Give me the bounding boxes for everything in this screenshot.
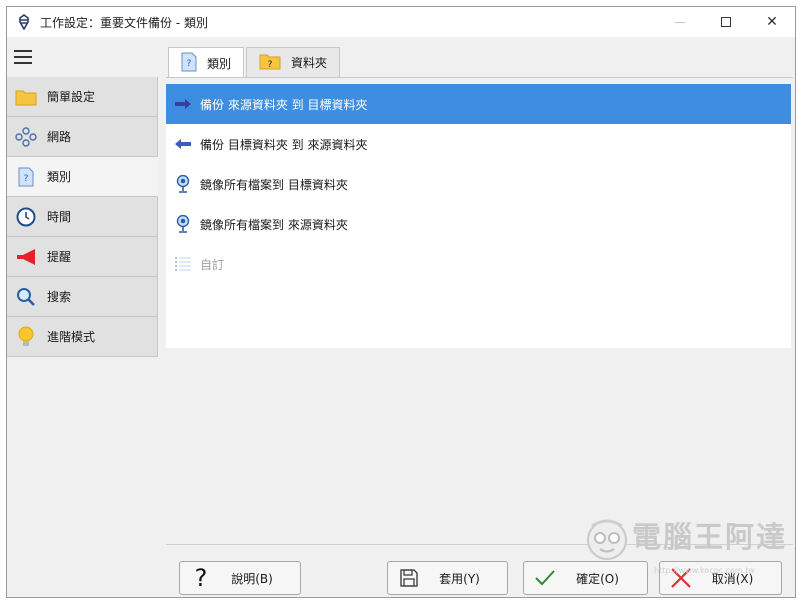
close-icon: ✕ <box>766 14 778 30</box>
svg-text:?: ? <box>195 565 208 591</box>
sidebar-item-label: 提醒 <box>47 250 72 264</box>
minimize-icon <box>675 21 685 23</box>
arrow-right-icon <box>174 95 192 113</box>
lightbulb-icon <box>15 326 37 348</box>
help-button[interactable]: ? 說明(B) <box>179 561 301 595</box>
window-controls: ✕ <box>657 7 795 37</box>
tab-bar: ? 類別 ? 資料夾 <box>168 47 342 78</box>
sidebar-item-advanced-mode[interactable]: 進階模式 <box>7 317 158 357</box>
tab-divider <box>166 77 793 78</box>
list-item-label: 自訂 <box>200 257 225 272</box>
maximize-icon <box>721 17 731 27</box>
list-item-label: 鏡像所有檔案到 來源資料夾 <box>200 217 348 232</box>
cancel-button-label: 取消(X) <box>711 571 754 586</box>
app-logo-icon <box>16 14 32 30</box>
custom-list-icon <box>174 255 192 273</box>
question-doc-icon: ? <box>181 52 197 75</box>
tab-label: 資料夾 <box>291 56 328 70</box>
footer-divider <box>166 544 793 545</box>
sidebar-item-time[interactable]: 時間 <box>7 197 158 237</box>
folder-icon <box>15 86 37 108</box>
apply-button-label: 套用(Y) <box>439 571 480 586</box>
ok-button[interactable]: 確定(O) <box>523 561 648 595</box>
mirror-icon <box>174 215 192 233</box>
maximize-button[interactable] <box>703 7 749 37</box>
sidebar: 簡單設定 網路 ? 類別 時間 提醒 搜索 進階模式 <box>7 37 158 597</box>
sidebar-item-simple-settings[interactable]: 簡單設定 <box>7 77 158 117</box>
category-list: 備份 來源資料夾 到 目標資料夾 備份 目標資料夾 到 來源資料夾 鏡像所有檔案… <box>166 84 791 348</box>
tab-label: 類別 <box>207 56 232 71</box>
clock-icon <box>15 206 37 228</box>
sidebar-item-reminder[interactable]: 提醒 <box>7 237 158 277</box>
title-bar: 工作設定：重要文件備份 - 類別 ✕ <box>7 7 795 37</box>
magnifier-icon <box>15 286 37 308</box>
sidebar-item-category[interactable]: ? 類別 <box>7 157 158 197</box>
close-button[interactable]: ✕ <box>749 7 795 37</box>
ok-button-label: 確定(O) <box>576 571 619 586</box>
checkmark-icon <box>532 565 558 591</box>
list-item-label: 鏡像所有檔案到 目標資料夾 <box>200 177 348 192</box>
list-item-custom[interactable]: 自訂 <box>166 244 791 284</box>
question-folder-icon: ? <box>259 52 281 73</box>
cancel-button[interactable]: 取消(X) <box>659 561 782 595</box>
mirror-icon <box>174 175 192 193</box>
sidebar-item-network[interactable]: 網路 <box>7 117 158 157</box>
list-item-mirror-to-target[interactable]: 鏡像所有檔案到 目標資料夾 <box>166 164 791 204</box>
list-item-backup-source-to-target[interactable]: 備份 來源資料夾 到 目標資料夾 <box>166 84 791 124</box>
megaphone-icon <box>15 246 37 268</box>
hamburger-menu-icon[interactable] <box>14 50 32 64</box>
svg-text:?: ? <box>187 59 192 69</box>
app-window: 工作設定：重要文件備份 - 類別 ✕ 簡單設定 網路 ? 類別 時間 提醒 搜索… <box>6 6 796 598</box>
sidebar-item-label: 搜索 <box>47 290 72 304</box>
list-item-backup-target-to-source[interactable]: 備份 目標資料夾 到 來源資料夾 <box>166 124 791 164</box>
sidebar-item-label: 時間 <box>47 210 72 224</box>
main-panel: ? 類別 ? 資料夾 備份 來源資料夾 到 目標資料夾 備份 目標資料夾 到 來… <box>158 37 795 597</box>
arrow-left-icon <box>174 135 192 153</box>
svg-text:?: ? <box>268 60 273 70</box>
category-icon: ? <box>15 166 37 188</box>
question-mark-icon: ? <box>188 565 214 591</box>
sidebar-nav: 簡單設定 網路 ? 類別 時間 提醒 搜索 進階模式 <box>7 77 158 357</box>
list-item-mirror-to-source[interactable]: 鏡像所有檔案到 來源資料夾 <box>166 204 791 244</box>
cancel-x-icon <box>668 565 694 591</box>
svg-text:?: ? <box>24 174 29 184</box>
help-button-label: 說明(B) <box>231 571 273 586</box>
window-title: 工作設定：重要文件備份 - 類別 <box>40 15 208 30</box>
tab-category[interactable]: ? 類別 <box>168 47 245 78</box>
save-disk-icon <box>396 565 422 591</box>
tab-folder[interactable]: ? 資料夾 <box>246 47 341 77</box>
apply-button[interactable]: 套用(Y) <box>387 561 508 595</box>
minimize-button[interactable] <box>657 7 703 37</box>
sidebar-item-search[interactable]: 搜索 <box>7 277 158 317</box>
sidebar-item-label: 簡單設定 <box>47 90 96 104</box>
sidebar-item-label: 網路 <box>47 130 72 144</box>
network-icon <box>15 126 37 148</box>
sidebar-item-label: 類別 <box>47 170 72 184</box>
sidebar-item-label: 進階模式 <box>47 330 96 344</box>
list-item-label: 備份 目標資料夾 到 來源資料夾 <box>200 137 368 152</box>
list-item-label: 備份 來源資料夾 到 目標資料夾 <box>200 97 368 112</box>
